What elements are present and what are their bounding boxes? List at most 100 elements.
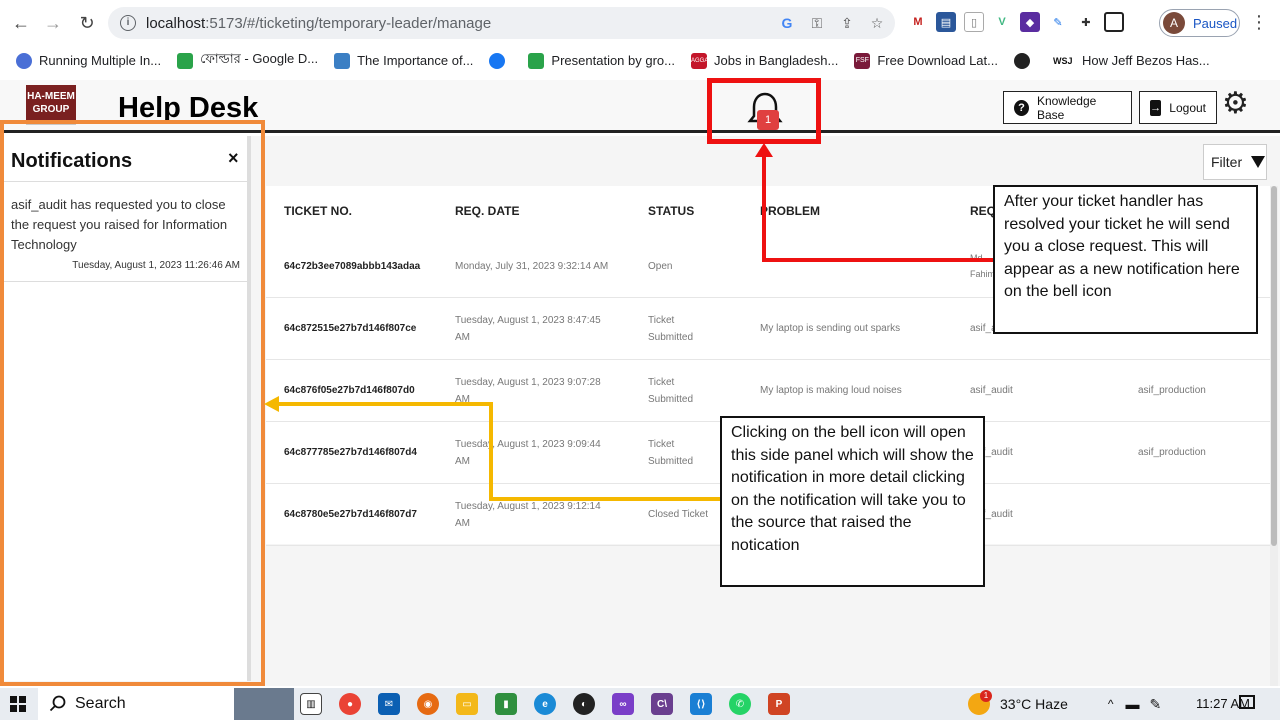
profile-button[interactable]: A Paused xyxy=(1159,9,1240,37)
ticket-problem: My laptop is sending out sparks xyxy=(760,323,901,334)
shapes-extension-icon[interactable]: ◆ xyxy=(1020,12,1040,32)
pen-icon[interactable]: ✎ xyxy=(1150,696,1162,713)
ticket-status: Ticket Submitted xyxy=(648,439,694,467)
column-header-status[interactable]: STATUS xyxy=(648,204,694,218)
terminal-icon[interactable]: C\ xyxy=(651,693,673,715)
bell-annotation-line xyxy=(762,258,994,262)
chevron-up-icon[interactable]: ^ xyxy=(1108,697,1114,711)
vue-extension-icon[interactable]: V xyxy=(992,12,1012,32)
app-header: HA-MEEM GROUP Help Desk 1 ? Knowledge Bas… xyxy=(0,80,1280,133)
vscode-icon[interactable]: ⟨⟩ xyxy=(690,693,712,715)
battery-icon[interactable]: ▬ xyxy=(1126,696,1140,712)
back-arrow-icon[interactable]: ← xyxy=(6,8,36,38)
scrollbar[interactable] xyxy=(1270,186,1278,686)
question-icon: ? xyxy=(1014,99,1029,116)
table-row[interactable]: 64c876f05e27b7d146f807d0 Tuesday, August… xyxy=(266,360,1271,422)
page-title: Help Desk xyxy=(118,92,259,124)
panel-annotation-line xyxy=(489,402,493,501)
google-icon[interactable]: G xyxy=(777,13,797,33)
requester: Md. Fahim xyxy=(970,253,996,279)
powerpoint-icon[interactable]: P xyxy=(768,693,790,715)
bookmark-item[interactable]: AGGA Jobs in Bangladesh... xyxy=(691,52,838,69)
windows-start-icon[interactable] xyxy=(10,696,26,712)
logout-button[interactable]: → Logout xyxy=(1139,91,1217,124)
document-extension-icon[interactable]: ▯ xyxy=(964,12,984,32)
edge-icon[interactable]: e xyxy=(534,693,556,715)
taskbar: Search ▥ ● ✉ ◉ ▭ ▮ e ◐ ∞ C\ ⟨⟩ ✆ P 1 33°… xyxy=(0,688,1280,720)
url-text[interactable]: localhost:5173/#/ticketing/temporary-lea… xyxy=(146,15,491,32)
site-info-icon[interactable]: i xyxy=(120,15,136,31)
weather-text[interactable]: 33°C Haze xyxy=(1000,696,1068,712)
column-header-req-date[interactable]: REQ. DATE xyxy=(455,204,519,218)
panel-annotation-line xyxy=(489,497,721,501)
taskbar-search[interactable]: Search xyxy=(38,688,294,720)
file-explorer-icon[interactable]: ▭ xyxy=(456,693,478,715)
bookmark-item[interactable]: Presentation by gro... xyxy=(528,52,675,69)
gmail-extension-icon[interactable]: M xyxy=(908,12,928,32)
weather-icon[interactable]: 1 xyxy=(968,690,992,715)
close-icon[interactable]: × xyxy=(228,148,239,169)
side-panel-icon[interactable] xyxy=(1104,12,1124,32)
ticket-status: Ticket Submitted xyxy=(648,315,694,343)
kubernetes-icon xyxy=(16,52,32,69)
reload-icon[interactable]: ↻ xyxy=(72,8,102,38)
filter-icon xyxy=(1251,156,1266,168)
column-header-ticket-no[interactable]: TICKET NO. xyxy=(284,204,352,218)
logout-icon: → xyxy=(1150,99,1162,116)
app-icon[interactable]: ◐ xyxy=(573,693,595,715)
firefox-icon[interactable]: ◉ xyxy=(417,693,439,715)
filter-button[interactable]: Filter xyxy=(1203,144,1267,180)
bookmark-item[interactable]: ফোল্ডার - Google D... xyxy=(177,50,318,71)
browser-menu-icon[interactable]: ⋮ xyxy=(1250,12,1268,33)
notification-item[interactable]: asif_audit has requested you to close th… xyxy=(4,182,247,282)
gear-icon[interactable]: ⚙ xyxy=(1222,89,1249,119)
google-drive-icon xyxy=(177,52,194,69)
whatsapp-icon[interactable]: ✆ xyxy=(729,693,751,715)
bell-callout: After your ticket handler has resolved y… xyxy=(993,185,1258,334)
facebook-icon xyxy=(489,52,506,69)
puzzle-extensions-icon[interactable]: ✚ xyxy=(1076,12,1096,32)
bookmark-item[interactable]: The Importance of... xyxy=(334,52,473,69)
mail-icon[interactable]: ✉ xyxy=(378,693,400,715)
pen-extension-icon[interactable]: ✎ xyxy=(1048,12,1068,32)
wsj-icon: WSJ xyxy=(1053,55,1073,66)
bookmark-item[interactable]: WSJ How Jeff Bezos Has... xyxy=(1053,53,1210,69)
panel-annotation-line xyxy=(278,402,493,406)
star-icon[interactable]: ☆ xyxy=(867,13,887,33)
mountain-image-icon xyxy=(234,688,294,720)
visual-studio-icon[interactable]: ∞ xyxy=(612,693,634,715)
column-header-problem[interactable]: PROBLEM xyxy=(760,204,820,218)
bookmark-item[interactable]: FSF Free Download Lat... xyxy=(854,52,998,69)
weather-badge: 1 xyxy=(980,690,992,702)
docs-extension-icon[interactable]: ▤ xyxy=(936,12,956,32)
google-drive-icon xyxy=(528,52,545,69)
ticket-id: 64c877785e27b7d146f807d4 xyxy=(284,447,417,458)
panel-annotation-arrow xyxy=(264,396,279,412)
company-logo[interactable]: HA-MEEM GROUP xyxy=(26,85,76,125)
ticket-status: Ticket Submitted xyxy=(648,377,694,405)
ticket-status: Open xyxy=(648,261,673,272)
globe-icon xyxy=(1014,52,1030,69)
task-view-icon[interactable]: ▥ xyxy=(300,693,322,715)
notification-message: asif_audit has requested you to close th… xyxy=(11,197,228,252)
bookmark-item[interactable] xyxy=(489,52,512,69)
system-tray: 1 33°C Haze ^ ▬ ✎ xyxy=(968,688,1161,720)
request-date: Tuesday, August 1, 2023 9:12:14 AM xyxy=(455,501,601,529)
bookmark-item[interactable] xyxy=(1014,52,1037,69)
scrollbar-thumb[interactable] xyxy=(1271,186,1277,546)
knowledge-base-button[interactable]: ? Knowledge Base xyxy=(1003,91,1132,124)
bookmark-item[interactable]: Running Multiple In... xyxy=(16,52,161,69)
notepad-icon[interactable]: ▮ xyxy=(495,693,517,715)
share-icon[interactable]: ⇪ xyxy=(837,13,857,33)
request-date: Tuesday, August 1, 2023 8:47:45 AM xyxy=(455,315,601,343)
chrome-icon[interactable]: ● xyxy=(339,693,361,715)
notifications-panel-header: Notifications × xyxy=(4,136,247,182)
notifications-panel: Notifications × asif_audit has requested… xyxy=(4,136,251,681)
forward-arrow-icon[interactable]: → xyxy=(38,8,68,38)
address-bar[interactable]: i localhost:5173/#/ticketing/temporary-l… xyxy=(108,7,895,39)
fsf-icon: FSF xyxy=(854,52,871,69)
search-icon xyxy=(49,695,66,712)
ticket-id: 64c876f05e27b7d146f807d0 xyxy=(284,385,415,396)
key-icon[interactable]: ⚿ xyxy=(807,13,827,33)
notification-center-icon[interactable] xyxy=(1239,695,1255,709)
